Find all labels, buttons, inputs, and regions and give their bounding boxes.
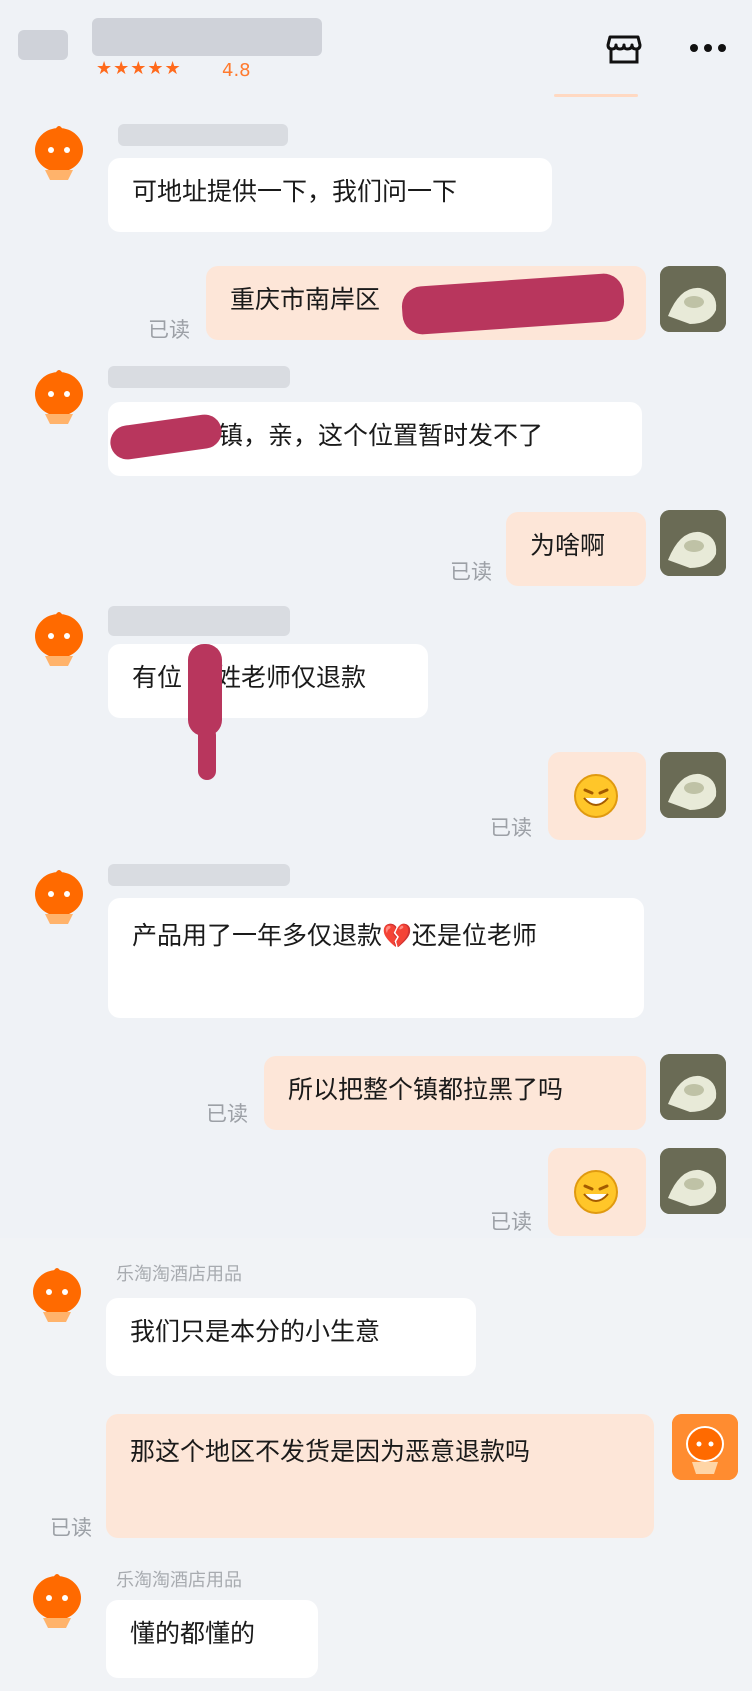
- user-avatar[interactable]: [660, 752, 726, 818]
- message-text: 还是位老师: [411, 921, 537, 950]
- seller-avatar[interactable]: [30, 606, 88, 670]
- redaction-mark: [198, 726, 216, 780]
- read-status: 已读: [490, 1210, 532, 1234]
- message-bubble: 懂的都懂的: [106, 1600, 318, 1678]
- message-bubble: 产品用了一年多仅退款💔还是位老师: [108, 898, 644, 1018]
- redaction-mark: [188, 644, 222, 736]
- seller-avatar[interactable]: [30, 864, 88, 928]
- message-bubble: 可地址提供一下，我们问一下: [108, 158, 552, 232]
- read-status: 已读: [450, 560, 492, 584]
- seller-avatar[interactable]: [30, 364, 88, 428]
- sender-name-blur: [108, 366, 290, 388]
- message-text: 产品用了一年多仅退款: [132, 921, 383, 950]
- message-bubble: 那这个地区不发货是因为恶意退款吗: [106, 1414, 654, 1538]
- message-text: 姓老师仅退款: [216, 663, 367, 692]
- more-horizontal-icon[interactable]: [686, 30, 730, 66]
- message-bubble: 我们只是本分的小生意: [106, 1298, 476, 1376]
- sender-name-blur: [118, 124, 288, 146]
- message-bubble: 为啥啊: [506, 512, 646, 586]
- message-text: 重庆市南岸区: [230, 285, 381, 314]
- shop-name-blur: [92, 18, 322, 56]
- message-bubble: [548, 752, 646, 840]
- message-text: 镇，亲，这个位置暂时发不了: [218, 421, 544, 450]
- active-tab-indicator: [554, 94, 638, 97]
- sender-name: 乐淘淘酒店用品: [116, 1570, 242, 1591]
- user-avatar[interactable]: [660, 510, 726, 576]
- read-status: 已读: [206, 1102, 248, 1126]
- message-bubble: 有位 姓老师仅退款: [108, 644, 428, 718]
- message-bubble: 所以把整个镇都拉黑了吗: [264, 1056, 646, 1130]
- seller-avatar[interactable]: [28, 1568, 86, 1632]
- message-text: 有位: [132, 663, 183, 692]
- sender-name-blur: [108, 606, 290, 636]
- face-emoji: [572, 1168, 620, 1228]
- face-emoji: [572, 772, 620, 832]
- user-avatar[interactable]: [660, 1148, 726, 1214]
- read-status: 已读: [148, 318, 190, 342]
- user-avatar[interactable]: [660, 1054, 726, 1120]
- message-bubble: [548, 1148, 646, 1236]
- rating-score: 4.8: [222, 60, 251, 81]
- sender-name-blur: [108, 864, 290, 886]
- rating-stars: ★★★★★: [96, 58, 182, 79]
- seller-mascot-avatar[interactable]: [672, 1414, 738, 1480]
- broken-heart-emoji: 💔: [382, 922, 412, 950]
- read-status: 已读: [50, 1516, 92, 1540]
- back-avatar-blur[interactable]: [18, 30, 68, 60]
- store-icon[interactable]: [604, 28, 644, 68]
- sender-name: 乐淘淘酒店用品: [116, 1264, 242, 1285]
- read-status: 已读: [490, 816, 532, 840]
- seller-avatar[interactable]: [28, 1262, 86, 1326]
- seller-avatar[interactable]: [30, 120, 88, 184]
- user-avatar[interactable]: [660, 266, 726, 332]
